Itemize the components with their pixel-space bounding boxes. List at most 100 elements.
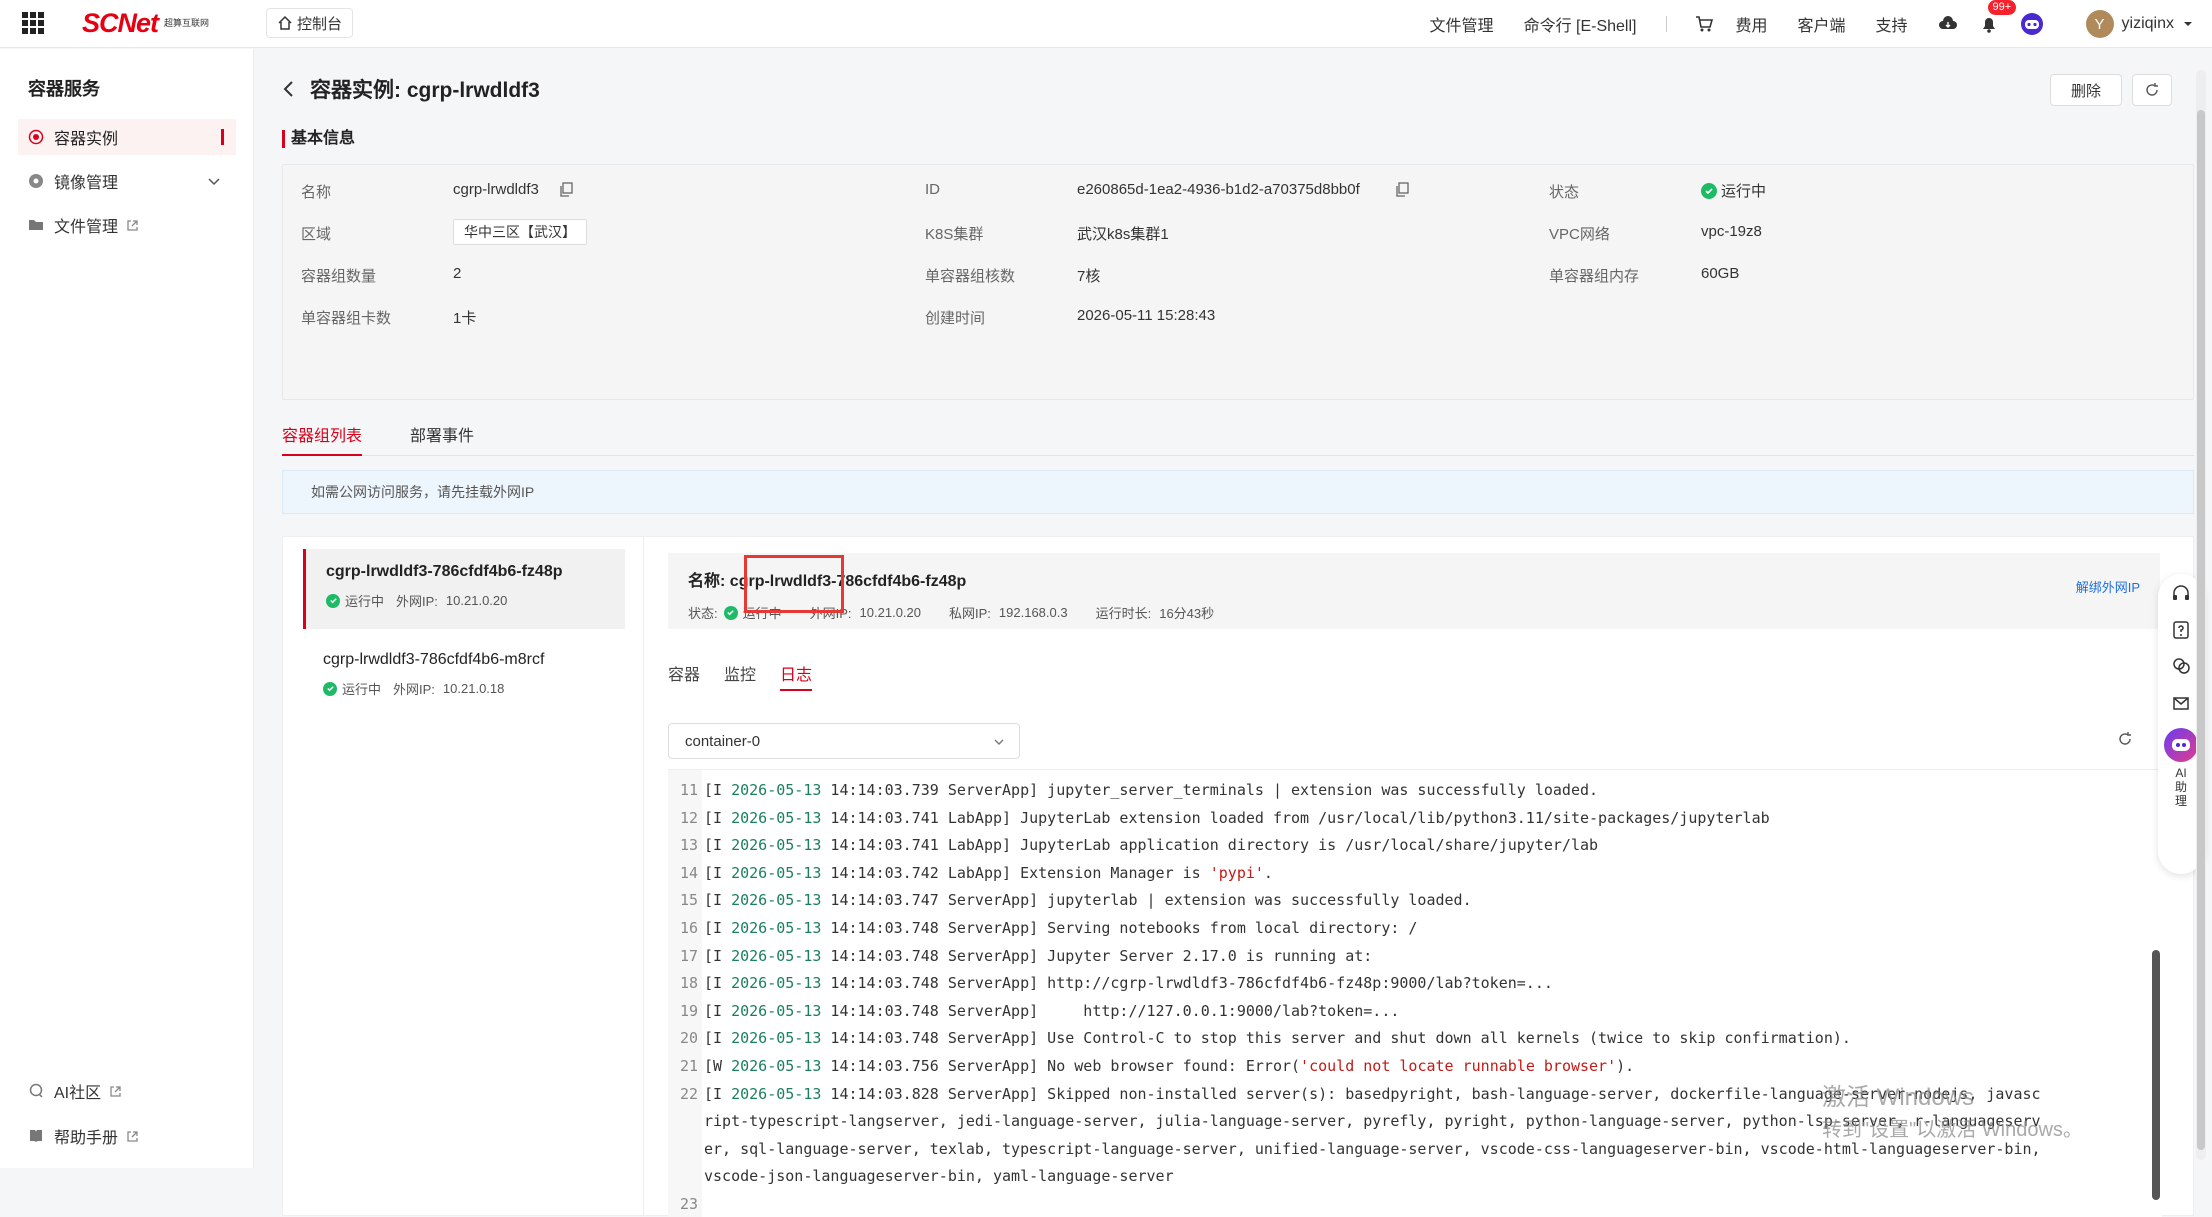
log-rest: 14:14:03.756 ServerApp] No web browser f… (821, 1057, 1301, 1075)
delete-button[interactable]: 删除 (2050, 74, 2122, 106)
log-line: 17 [I 2026-05-13 14:14:03.748 ServerApp] … (668, 942, 1372, 970)
refresh-icon (2146, 83, 2158, 96)
container-select-value: container-0 (685, 732, 761, 750)
sidebar-item-ai-community[interactable]: AI社区 (18, 1073, 236, 1109)
log-ts: 2026-05-13 (731, 1057, 822, 1075)
bell-icon[interactable]: 99+ (1980, 0, 2017, 34)
chat-icon[interactable] (2171, 656, 2191, 676)
page-title: 容器实例: cgrp-lrwdldf3 (310, 79, 540, 102)
tab-logs[interactable]: 日志 (780, 661, 813, 691)
list-item[interactable]: cgrp-lrwdldf3-786cfdf4b6-m8rcf 运行中 外网IP:… (303, 637, 625, 717)
main-tabs: 容器组列表 部署事件 (282, 416, 2194, 456)
log-viewer[interactable]: 11 [I 2026-05-13 14:14:03.739 ServerApp] … (668, 769, 2162, 1217)
sidebar-item-file-management[interactable]: 文件管理 (18, 207, 236, 243)
mail-icon[interactable] (2171, 692, 2191, 712)
sidebar-item-image-management[interactable]: 镜像管理 (18, 163, 236, 199)
log-rest: 14:14:03.739 ServerApp] jupyter_server_t… (821, 781, 1599, 799)
line-number: 20 (679, 1029, 698, 1048)
copy-icon[interactable] (1395, 182, 1409, 197)
log-rest: vscode-json-languageserver-bin, yaml-lan… (704, 1167, 1174, 1186)
scnet-logo[interactable]: SCNet 超算互联网 (82, 8, 228, 38)
log-rest: 14:14:03.742 LabApp] Extension Manager i… (821, 863, 1210, 882)
info-name-value: cgrp-lrwdldf3 (453, 181, 539, 198)
log-line: 13 [I 2026-05-13 14:14:03.741 LabApp] Jup… (668, 831, 1598, 859)
tab-container-group-list[interactable]: 容器组列表 (282, 422, 363, 456)
info-key: 名称 (301, 184, 332, 201)
info-key: K8S集群 (925, 226, 984, 243)
nav-eshell[interactable]: 命令行 [E-Shell] (1524, 12, 1637, 36)
watermark-line2: 转到"设置"以激活 Windows。 (1822, 1119, 2083, 1141)
back-arrow-icon[interactable] (282, 80, 296, 98)
log-pre: [I (704, 946, 732, 965)
user-menu[interactable]: Y yiziqinx (2085, 10, 2194, 38)
log-line: 14 [I 2026-05-13 14:14:03.742 LabApp] Ext… (668, 859, 1273, 887)
log-line: vscode-json-languageserver-bin, yaml-lan… (668, 1162, 1174, 1190)
copy-icon[interactable] (559, 182, 573, 197)
info-vpc-value: vpc-19z8 (1701, 223, 1762, 240)
tab-monitor[interactable]: 监控 (724, 661, 756, 685)
sidebar-item-label: 镜像管理 (54, 175, 119, 192)
tab-container[interactable]: 容器 (668, 661, 700, 685)
status-badge: 运行中 (1701, 180, 1766, 201)
info-cards-value: 1卡 (453, 310, 477, 327)
log-ts: 2026-05-13 (731, 1001, 822, 1020)
page-scrollbar[interactable] (2196, 70, 2206, 1160)
nav-client[interactable]: 客户端 (1798, 12, 1846, 36)
book-icon (30, 1130, 42, 1142)
status-label: 状态: (688, 606, 718, 621)
log-line: 15 [I 2026-05-13 14:14:03.747 ServerApp] … (668, 886, 1472, 914)
log-scrollbar-thumb[interactable] (2152, 950, 2160, 1200)
pod-detail-name-label: 名称: (688, 573, 726, 590)
nav-file-management[interactable]: 文件管理 (1430, 12, 1494, 36)
cloud-download-icon[interactable] (1938, 15, 1958, 33)
cart-icon[interactable] (1695, 15, 1714, 33)
pod-detail-meta: 状态: 运行中 外网IP: 10.21.0.20 私网IP: 192.168.0… (688, 603, 2160, 622)
line-number: 21 (679, 1057, 698, 1075)
console-label: 控制台 (297, 15, 343, 33)
container-select[interactable]: container-0 (668, 723, 1020, 759)
info-key: 状态 (1549, 184, 1580, 201)
info-key: ID (925, 181, 940, 198)
page-header: 容器实例: cgrp-lrwdldf3 (282, 74, 540, 104)
log-line: 23 (668, 1190, 704, 1217)
folder-icon (29, 220, 43, 230)
pod-ip: 10.21.0.18 (442, 681, 505, 696)
refresh-button[interactable] (2132, 74, 2172, 106)
console-button[interactable]: 控制台 (266, 8, 354, 38)
windows-activation-watermark: 激活 Windows 转到"设置"以激活 Windows。 (1822, 1082, 2083, 1146)
caret-down-icon (2184, 22, 2192, 26)
tab-deploy-events[interactable]: 部署事件 (410, 422, 474, 446)
priv-ip-value: 192.168.0.3 (998, 605, 1068, 620)
log-ts: 2026-05-13 (731, 808, 822, 827)
robot-assistant-icon[interactable] (2020, 12, 2044, 36)
sidebar-item-container-instances[interactable]: 容器实例 (18, 119, 236, 155)
pod-status: 运行中 (345, 594, 385, 609)
pod-meta: 运行中 外网IP: 10.21.0.20 (326, 591, 625, 610)
pod-detail-header: 名称: cgrp-lrwdldf3-786cfdf4b6-fz48p 状态: 运… (668, 553, 2160, 629)
log-post: ). (1616, 1057, 1635, 1075)
line-number: 17 (679, 946, 698, 965)
nav-billing[interactable]: 费用 (1735, 12, 1767, 36)
log-pre: [I (704, 891, 732, 910)
ai-assistant-button[interactable]: AI助理 (2164, 728, 2198, 808)
page-scrollbar-thumb[interactable] (2197, 110, 2205, 1150)
watermark-line1: 激活 Windows (1822, 1084, 1975, 1111)
app-grid-icon[interactable] (22, 12, 44, 34)
log-rest: 14:14:03.747 ServerApp] jupyterlab | ext… (821, 891, 1472, 910)
headset-icon[interactable] (2171, 584, 2191, 604)
sidebar-item-help-manual[interactable]: 帮助手册 (18, 1118, 236, 1154)
uptime-label: 运行时长: (1095, 606, 1152, 621)
log-ts: 2026-05-13 (731, 1084, 822, 1103)
sidebar-title: 容器服务 (28, 79, 100, 99)
nav-support[interactable]: 支持 (1876, 12, 1908, 36)
log-str: 'pypi' (1209, 863, 1264, 882)
community-icon (29, 1083, 43, 1098)
list-item[interactable]: cgrp-lrwdldf3-786cfdf4b6-fz48p 运行中 外网IP:… (303, 549, 625, 629)
info-mem-value: 60GB (1701, 265, 1740, 282)
question-icon[interactable] (2171, 620, 2191, 640)
log-line: 11 [I 2026-05-13 14:14:03.739 ServerApp] … (668, 776, 1598, 804)
unbind-external-ip-link[interactable]: 解绑外网IP (2076, 577, 2140, 596)
refresh-icon[interactable] (2117, 731, 2133, 747)
info-key: 创建时间 (925, 310, 986, 327)
external-link-icon (127, 1130, 138, 1142)
